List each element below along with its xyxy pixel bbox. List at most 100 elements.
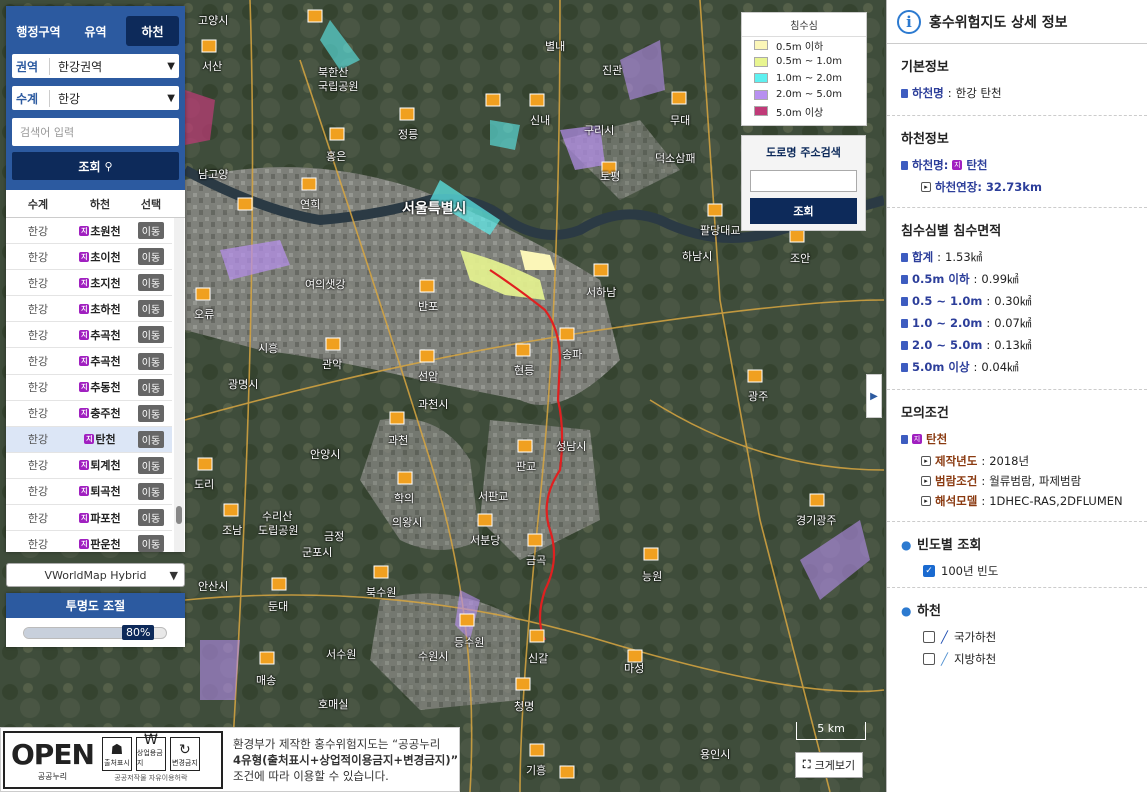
national-river-label: 국가하천 [953, 630, 997, 644]
detail-panel-title: 홍수위험지도 상세 정보 [929, 14, 1068, 31]
address-input[interactable] [750, 170, 857, 192]
address-search-button[interactable]: 조회 [750, 198, 857, 224]
list-item[interactable]: 한강 지 탄천 이동 [6, 426, 172, 453]
panel-toggle-button[interactable]: ▶ [866, 374, 882, 418]
chevron-down-icon: ▼ [167, 60, 175, 72]
list-item[interactable]: 한강 지 초이천 이동 [6, 244, 172, 271]
row-select: 이동 [130, 274, 172, 292]
local-river-checkbox[interactable] [923, 653, 935, 665]
move-button[interactable]: 이동 [137, 300, 165, 318]
row-river-name: 추동천 [90, 381, 121, 395]
flood-area-value: 0.99㎢ [981, 272, 1019, 286]
list-item[interactable]: 한강 지 초원천 이동 [6, 218, 172, 245]
open-license-banner: OPEN 공공누리 ☗ 출처표시 ₩ 상업용금지 ↻ 변경금지 공공저작물 자유이용허… [0, 727, 460, 792]
row-river-name: 파포천 [90, 511, 121, 525]
arrow-right-icon: ▸ [921, 496, 931, 506]
simulation-key: 제작년도 [935, 454, 978, 468]
bullet-icon [901, 160, 908, 170]
region-select[interactable]: 권역 한강권역 ▼ [12, 54, 179, 78]
row-basin: 한강 [27, 328, 49, 342]
search-tabs: 행정구역 유역 하천 [12, 16, 179, 46]
list-item[interactable]: 한강 지 추곡천 이동 [6, 322, 172, 349]
basemap-select[interactable]: VWorldMap Hybrid ▼ [6, 563, 185, 587]
list-item[interactable]: 한강 지 판운천 이동 [6, 531, 172, 552]
national-river-checkbox[interactable] [923, 631, 935, 643]
move-button[interactable]: 이동 [137, 482, 165, 500]
flood-area-item: 0.5m 이하:0.99㎢ [901, 271, 1133, 287]
local-river-badge: 지 [79, 486, 90, 497]
license-line-3: 조건에 따라 이용할 수 있습니다. [233, 768, 389, 783]
move-button[interactable]: 이동 [137, 326, 165, 344]
move-button[interactable]: 이동 [137, 535, 165, 552]
row-basin: 한강 [27, 433, 49, 447]
legend-label: 5.0m 이상 [776, 107, 824, 119]
row-select: 이동 [130, 222, 172, 240]
row-basin: 한강 [27, 407, 49, 421]
basic-river-value: 한강 탄천 [955, 86, 1002, 100]
list-item[interactable]: 한강 지 초지천 이동 [6, 270, 172, 297]
simulation-value: 1DHEC-RAS,2DFLUMEN [989, 494, 1123, 508]
tab-river[interactable]: 하천 [126, 16, 179, 46]
move-button[interactable]: 이동 [137, 404, 165, 422]
basin-select[interactable]: 수계 한강 ▼ [12, 86, 179, 110]
row-river: 지 추곡천 [70, 353, 130, 369]
search-button[interactable]: 조회 ⚲ [12, 152, 179, 180]
move-button[interactable]: 이동 [137, 509, 165, 527]
move-button[interactable]: 이동 [137, 430, 165, 448]
row-river: 지 초하천 [70, 301, 130, 317]
list-scrollbar[interactable] [174, 218, 184, 552]
row-select: 이동 [130, 378, 172, 396]
legend-label: 2.0m ~ 5.0m [776, 89, 843, 101]
row-river-name: 퇴계천 [90, 459, 121, 473]
row-basin: 한강 [27, 224, 49, 238]
list-item[interactable]: 한강 지 추곡천 이동 [6, 348, 172, 375]
fullscreen-button[interactable]: ⛶ 크게보기 [795, 752, 863, 778]
tab-basin[interactable]: 유역 [69, 16, 122, 46]
row-select: 이동 [130, 456, 172, 474]
scroll-thumb[interactable] [176, 506, 182, 524]
row-river: 지 판운천 [70, 536, 130, 552]
list-item[interactable]: 한강 지 퇴곡천 이동 [6, 479, 172, 506]
row-select: 이동 [130, 535, 172, 552]
local-river-badge: 지 [84, 434, 95, 445]
row-select: 이동 [130, 248, 172, 266]
legend-swatch [754, 106, 768, 117]
move-button[interactable]: 이동 [137, 456, 165, 474]
opacity-value[interactable]: 80% [122, 625, 155, 640]
legend-item: 1.0m ~ 2.0m [742, 70, 866, 87]
local-river-badge: 지 [79, 408, 90, 419]
list-item[interactable]: 한강 지 초하천 이동 [6, 296, 172, 323]
list-item[interactable]: 한강 지 퇴계천 이동 [6, 453, 172, 479]
flood-area-value: 0.30㎢ [994, 294, 1032, 308]
info-icon: i [897, 9, 921, 34]
list-item[interactable]: 한강 지 충주천 이동 [6, 401, 172, 427]
tab-admin-area[interactable]: 행정구역 [12, 16, 65, 46]
legend-swatch [754, 89, 768, 100]
flood-area-value: 0.07㎢ [994, 316, 1032, 330]
legend-title: 침수심 [742, 13, 866, 37]
row-basin: 한강 [27, 381, 49, 395]
flood-area-key: 1.0 ~ 2.0m [912, 316, 983, 330]
bullet-icon [901, 318, 908, 328]
list-item[interactable]: 한강 지 추동천 이동 [6, 375, 172, 401]
legend-swatch [754, 40, 768, 51]
move-button[interactable]: 이동 [137, 248, 165, 266]
search-input[interactable]: 검색어 입력 [12, 118, 179, 146]
search-controls: 행정구역 유역 하천 권역 한강권역 ▼ 수계 한강 ▼ 검색어 입력 조회 ⚲ [6, 6, 185, 190]
move-button[interactable]: 이동 [137, 274, 165, 292]
move-button[interactable]: 이동 [137, 352, 165, 370]
row-select: 이동 [130, 482, 172, 500]
frequency-checkbox[interactable]: ✓ [923, 565, 935, 577]
detail-panel: i 홍수위험지도 상세 정보 기본정보 하천명 : 한강 탄천 하천정보 하천명… [886, 0, 1147, 792]
move-button[interactable]: 이동 [137, 378, 165, 396]
legend-label: 1.0m ~ 2.0m [776, 72, 843, 84]
list-item[interactable]: 한강 지 파포천 이동 [6, 505, 172, 532]
list-header: 수계 하천 선택 [6, 190, 185, 218]
row-basin: 한강 [27, 485, 49, 499]
simulation-value: 월류범람, 파제범람 [989, 474, 1082, 488]
river-info-heading: 하천정보 [901, 132, 949, 147]
detail-panel-header: i 홍수위험지도 상세 정보 [887, 0, 1147, 44]
move-button[interactable]: 이동 [137, 222, 165, 240]
row-basin: 한강 [27, 511, 49, 525]
license-text: 환경부가 제작한 홍수위험지도는 “공공누리 4유형(출처표시+상업적이용금지+… [233, 736, 458, 784]
